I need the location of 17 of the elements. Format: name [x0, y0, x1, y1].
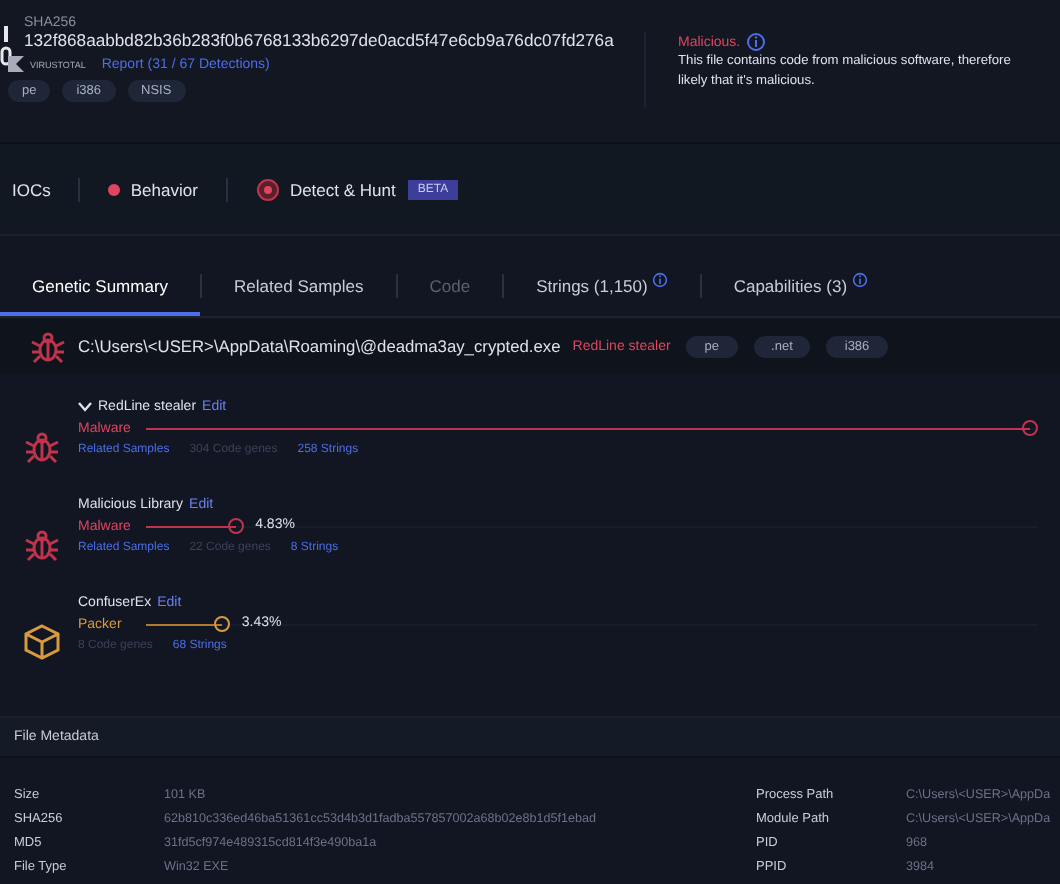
tab[interactable]: Related Samples — [202, 257, 396, 315]
bug-icon — [24, 428, 60, 464]
info-icon — [851, 271, 868, 287]
tab[interactable]: Capabilities (3) — [701, 257, 900, 315]
info-icon — [651, 271, 668, 287]
bug-icon — [24, 526, 60, 562]
nav-tab[interactable]: IOCs — [0, 179, 79, 199]
tab[interactable]: Strings (1,150) — [504, 257, 700, 315]
nav-tab[interactable]: Detect & Hunt — [227, 177, 408, 201]
file-path: C:\Users\<USER>\AppData\Roaming\@deadma3ay_crypted.exe — [78, 336, 561, 356]
info-icon — [746, 32, 767, 52]
box-icon — [24, 624, 60, 660]
dot-icon — [108, 183, 121, 195]
target-icon — [255, 177, 280, 201]
sha256-hash: 132f868aabbd82b36b283f0b6768133b6297de0acd5f47e6cb9a76dc07fd276a — [24, 30, 614, 50]
nav-tab[interactable]: Behavior — [80, 179, 226, 199]
bug-icon — [30, 328, 66, 364]
